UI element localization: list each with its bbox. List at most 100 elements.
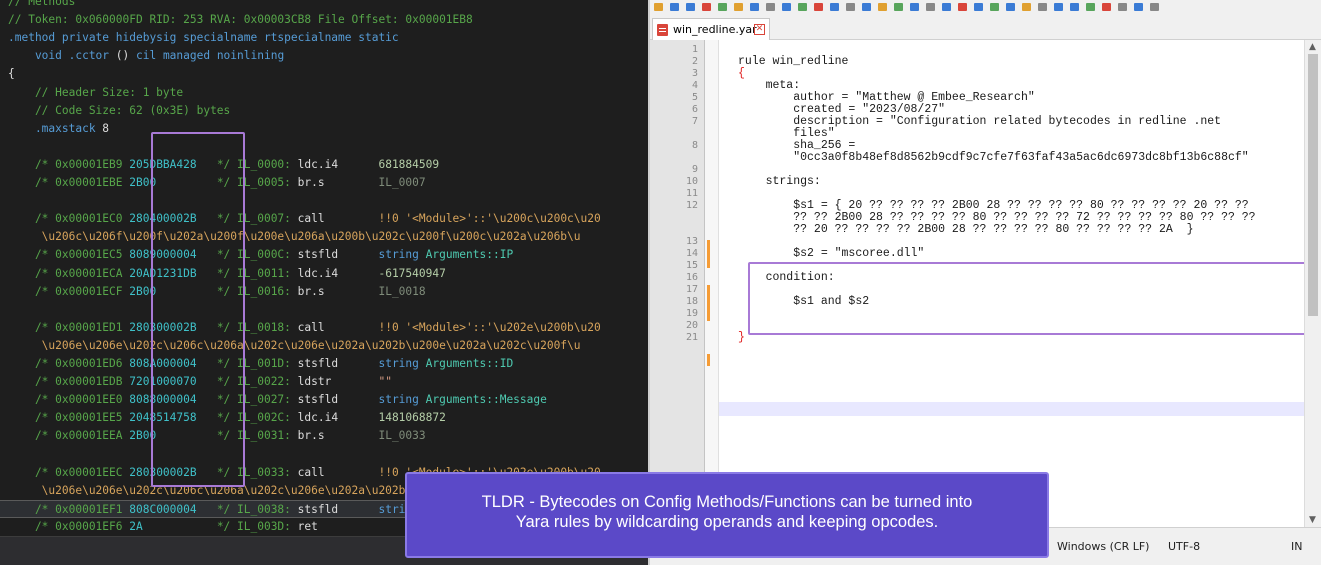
editor[interactable]: 1 2 3 4 5 6 7 8 9 10 11 12 13 14 15 16 17 18 19 20 21 rule w… <box>650 40 1321 527</box>
code-line[interactable]: $s1 and $s2 <box>738 296 869 308</box>
toolbar-button-icon[interactable] <box>734 3 743 11</box>
il-line[interactable]: /* 0x00001ECF 2B00 */ IL_0016: br.s IL_0… <box>0 283 648 301</box>
toolbar-button-icon[interactable] <box>1006 3 1015 11</box>
il-token: ret <box>297 519 318 533</box>
status-mode[interactable]: IN <box>1291 540 1302 553</box>
toolbar-button-icon[interactable] <box>1038 3 1047 11</box>
il-line[interactable]: \u206e\u206e\u202c\u206c\u206a\u202c\u20… <box>0 337 648 355</box>
toolbar-button-icon[interactable] <box>1086 3 1095 11</box>
toolbar-button-icon[interactable] <box>910 3 919 11</box>
toolbar-button-icon[interactable] <box>702 3 711 11</box>
scroll-up-icon[interactable]: ▲ <box>1309 42 1316 52</box>
line-number: 17 <box>685 284 698 295</box>
il-line[interactable]: // Code Size: 62 (0x3E) bytes <box>0 102 648 120</box>
il-line[interactable]: \u206c\u206f\u200f\u202a\u200f\u200e\u20… <box>0 228 648 246</box>
toolbar-button-icon[interactable] <box>1134 3 1143 11</box>
toolbar-button-icon[interactable] <box>942 3 951 11</box>
il-token: // Code Size: 62 (0x3E) bytes <box>8 103 231 117</box>
il-line[interactable]: /* 0x00001EC0 280400002B */ IL_0007: cal… <box>0 210 648 228</box>
il-token: /* 0x00001EDB <box>8 375 130 389</box>
il-token: ldc.i4 <box>297 411 379 425</box>
toolbar-button-icon[interactable] <box>798 3 807 11</box>
toolbar-button-icon[interactable] <box>926 3 935 11</box>
code-line[interactable]: rule win_redline <box>738 56 848 68</box>
toolbar-button-icon[interactable] <box>1054 3 1063 11</box>
il-token: string <box>378 357 426 370</box>
il-token: call <box>297 465 379 479</box>
toolbar-button-icon[interactable] <box>766 3 775 11</box>
close-icon[interactable]: ✕ <box>754 24 765 35</box>
il-line[interactable]: { <box>0 65 648 83</box>
status-eol[interactable]: Windows (CR LF) <box>1057 540 1149 553</box>
callout-line-1: TLDR - Bytecodes on Config Methods/Funct… <box>481 493 973 511</box>
toolbar-button-icon[interactable] <box>878 3 887 11</box>
toolbar-button-icon[interactable] <box>1118 3 1127 11</box>
line-number: 12 <box>685 200 698 211</box>
il-token: // Header Size: 1 byte <box>8 85 184 99</box>
vertical-scrollbar[interactable]: ▲ ▼ <box>1304 40 1321 527</box>
il-line[interactable]: void .cctor () cil managed noinlining <box>0 47 648 65</box>
il-line[interactable]: /* 0x00001ED6 808A000004 */ IL_001D: sts… <box>0 355 648 373</box>
il-token: stsfld <box>297 357 379 370</box>
toolbar-button-icon[interactable] <box>1150 3 1159 11</box>
code-line[interactable]: "0cc3a0f8b48ef8d8562b9cdf9c7cfe7f63faf43… <box>738 152 1248 164</box>
code-line[interactable]: condition: <box>738 272 835 284</box>
il-line[interactable]: /* 0x00001EC5 8089000004 */ IL_000C: sts… <box>0 246 648 264</box>
il-token: /* 0x00001EC5 <box>8 248 130 262</box>
il-token: */ IL_003D: <box>203 519 298 533</box>
il-token: !!0 '<Module>'::'\u200c\u200c\u20 <box>378 212 601 226</box>
line-number: 6 <box>691 104 698 115</box>
tab-win-redline[interactable]: win_redline.yar ✕ <box>652 18 770 40</box>
scroll-thumb[interactable] <box>1308 54 1318 316</box>
toolbar-button-icon[interactable] <box>686 3 695 11</box>
il-line[interactable] <box>0 138 648 156</box>
il-token: stsfld <box>297 248 379 262</box>
toolbar-button-icon[interactable] <box>862 3 871 11</box>
il-line[interactable] <box>0 192 648 210</box>
toolbar-button-icon[interactable] <box>814 3 823 11</box>
il-token: void .cctor <box>8 49 116 63</box>
il-line[interactable]: /* 0x00001EDB 7201000070 */ IL_0022: lds… <box>0 373 648 391</box>
status-encoding[interactable]: UTF-8 <box>1168 540 1200 553</box>
line-number-gutter: 1 2 3 4 5 6 7 8 9 10 11 12 13 14 15 16 17 18 19 20 21 <box>650 40 705 527</box>
il-token: */ IL_0038: <box>203 502 298 516</box>
toolbar-button-icon[interactable] <box>958 3 967 11</box>
il-line[interactable]: // Header Size: 1 byte <box>0 84 648 102</box>
il-line[interactable]: /* 0x00001EE5 2048514758 */ IL_002C: ldc… <box>0 409 648 427</box>
il-line[interactable]: .maxstack 8 <box>0 120 648 138</box>
il-line[interactable]: // Methods <box>0 0 648 11</box>
toolbar-button-icon[interactable] <box>1102 3 1111 11</box>
toolbar-button-icon[interactable] <box>654 3 663 11</box>
toolbar-button-icon[interactable] <box>718 3 727 11</box>
il-line[interactable]: /* 0x00001ED1 280300002B */ IL_0018: cal… <box>0 319 648 337</box>
il-code-view[interactable]: // Methods // Token: 0x060000FD RID: 253 … <box>0 0 648 551</box>
toolbar-button-icon[interactable] <box>974 3 983 11</box>
il-token: /* 0x00001EE0 <box>8 393 130 407</box>
toolbar-button-icon[interactable] <box>1070 3 1079 11</box>
toolbar-button-icon[interactable] <box>894 3 903 11</box>
toolbar-button-icon[interactable] <box>846 3 855 11</box>
tab-label: win_redline.yar <box>673 23 757 36</box>
il-line[interactable]: /* 0x00001EEA 2B00 */ IL_0031: br.s IL_0… <box>0 427 648 445</box>
code-line[interactable]: $s2 = "mscoree.dll" <box>738 248 924 260</box>
line-number: 2 <box>691 56 698 67</box>
toolbar-button-icon[interactable] <box>830 3 839 11</box>
toolbar-button-icon[interactable] <box>750 3 759 11</box>
toolbar-button-icon[interactable] <box>990 3 999 11</box>
il-line[interactable]: // Token: 0x060000FD RID: 253 RVA: 0x000… <box>0 11 648 29</box>
il-line[interactable]: /* 0x00001EE0 8088000004 */ IL_0027: sts… <box>0 391 648 409</box>
il-line[interactable]: /* 0x00001ECA 20AD1231DB */ IL_0011: ldc… <box>0 265 648 283</box>
code-line[interactable]: strings: <box>738 176 821 188</box>
il-token: /* 0x00001ECA <box>8 266 130 280</box>
il-line[interactable]: .method private hidebysig specialname rt… <box>0 29 648 47</box>
il-line[interactable]: /* 0x00001EB9 205DBBA428 */ IL_0000: ldc… <box>0 156 648 174</box>
toolbar-button-icon[interactable] <box>1022 3 1031 11</box>
toolbar-button-icon[interactable] <box>782 3 791 11</box>
scroll-down-icon[interactable]: ▼ <box>1309 515 1316 525</box>
code-line[interactable]: } <box>738 332 745 344</box>
il-line[interactable] <box>0 301 648 319</box>
il-line[interactable] <box>0 446 648 464</box>
code-line[interactable]: ?? 20 ?? ?? ?? ?? 2B00 28 ?? ?? ?? ?? 80… <box>738 224 1193 236</box>
toolbar-button-icon[interactable] <box>670 3 679 11</box>
il-line[interactable]: /* 0x00001EBE 2B00 */ IL_0005: br.s IL_0… <box>0 174 648 192</box>
